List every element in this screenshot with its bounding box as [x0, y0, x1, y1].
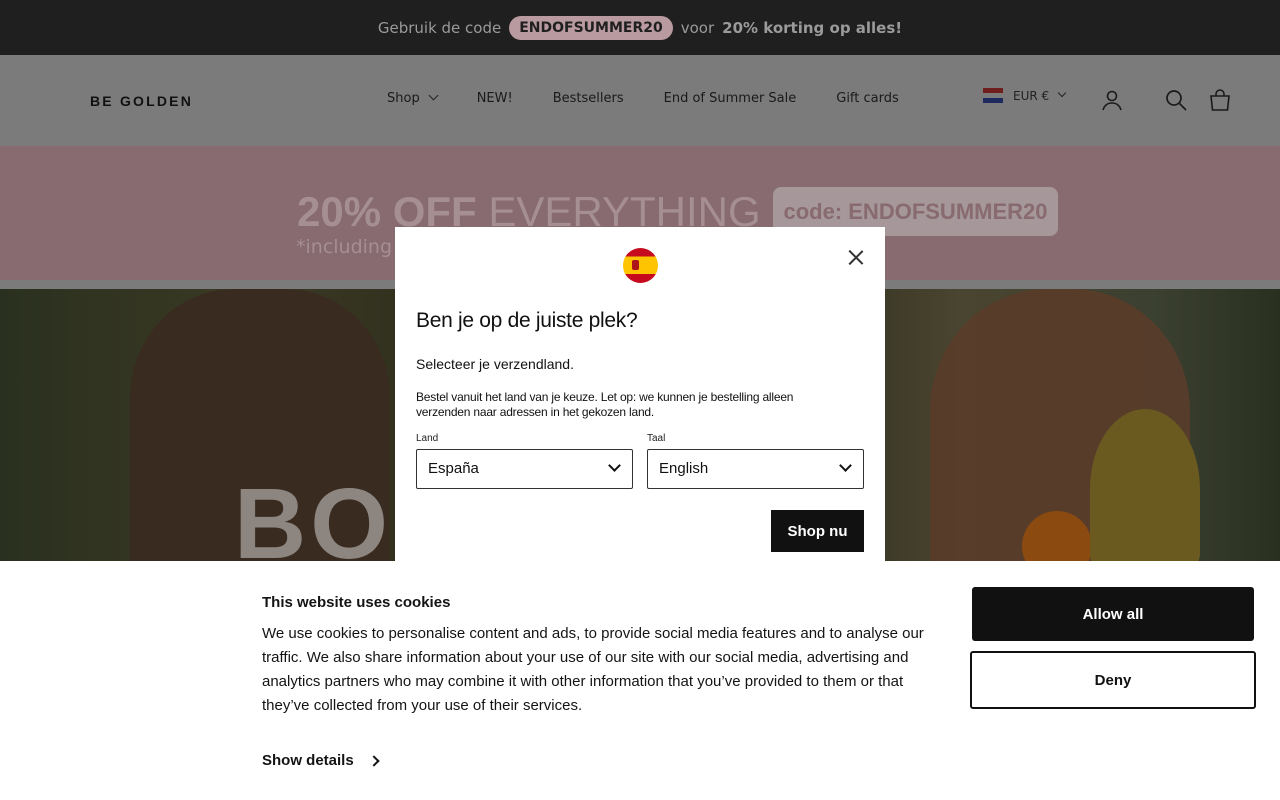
banner-subtext: *including — [296, 236, 393, 258]
site-header: BE GOLDEN Shop NEW! Bestsellers End of S… — [0, 55, 1280, 146]
cookie-body: We use cookies to personalise content an… — [262, 625, 924, 714]
deny-button[interactable]: Deny — [970, 651, 1256, 709]
announcement-bar: Gebruik de code ENDOFSUMMER20 voor 20% k… — [0, 0, 1280, 55]
chevron-down-icon — [428, 90, 439, 101]
cart-icon[interactable] — [1208, 88, 1232, 112]
announcement-highlight: 20% korting op alles! — [722, 18, 903, 37]
country-select[interactable]: España — [416, 449, 633, 489]
search-icon[interactable] — [1164, 88, 1188, 112]
show-details-label: Show details — [262, 752, 354, 769]
announcement-middle: voor — [680, 18, 715, 37]
spain-flag-icon — [623, 248, 658, 283]
language-select-value: English — [659, 460, 709, 477]
nav-item-shop[interactable]: Shop — [387, 90, 439, 106]
shop-now-button[interactable]: Shop nu — [771, 510, 864, 552]
account-icon[interactable] — [1100, 88, 1124, 112]
allow-all-button[interactable]: Allow all — [972, 587, 1254, 641]
chevron-right-icon — [368, 754, 380, 767]
country-selector-modal: Ben je op de juiste plek? Selecteer je v… — [395, 227, 885, 561]
pineapple-image — [1090, 409, 1200, 561]
chevron-down-icon — [608, 459, 621, 472]
nav-item-label: Shop — [387, 91, 420, 106]
chevron-down-icon — [839, 459, 852, 472]
main-nav: Shop NEW! Bestsellers End of Summer Sale… — [387, 90, 899, 106]
chevron-down-icon — [1057, 88, 1067, 97]
site-logo[interactable]: BE GOLDEN — [90, 93, 193, 109]
announcement-prefix: Gebruik de code — [377, 18, 502, 37]
currency-selector[interactable]: EUR € — [983, 88, 1067, 103]
show-details-link[interactable]: Show details — [262, 752, 380, 769]
nav-item-new[interactable]: NEW! — [477, 91, 513, 106]
promo-code-badge: ENDOFSUMMER20 — [509, 15, 673, 40]
netherlands-flag-icon — [983, 88, 1003, 103]
currency-label: EUR € — [1013, 88, 1050, 103]
country-label: Land — [416, 433, 439, 444]
nav-item-sale[interactable]: End of Summer Sale — [664, 91, 797, 106]
modal-description: Bestel vanuit het land van je keuze. Let… — [416, 390, 794, 419]
close-icon[interactable] — [848, 249, 864, 265]
modal-subtitle: Selecteer je verzendland. — [416, 356, 574, 372]
language-select[interactable]: English — [647, 449, 864, 489]
cookie-title: This website uses cookies — [262, 594, 451, 611]
language-label: Taal — [647, 433, 666, 444]
nav-item-gift-cards[interactable]: Gift cards — [836, 91, 899, 106]
country-select-value: España — [428, 460, 479, 477]
nav-item-bestsellers[interactable]: Bestsellers — [553, 91, 624, 106]
cookie-consent-banner: This website uses cookies We use cookies… — [0, 561, 1280, 800]
hero-text: BO — [234, 468, 392, 561]
modal-title: Ben je op de juiste plek? — [416, 309, 638, 332]
